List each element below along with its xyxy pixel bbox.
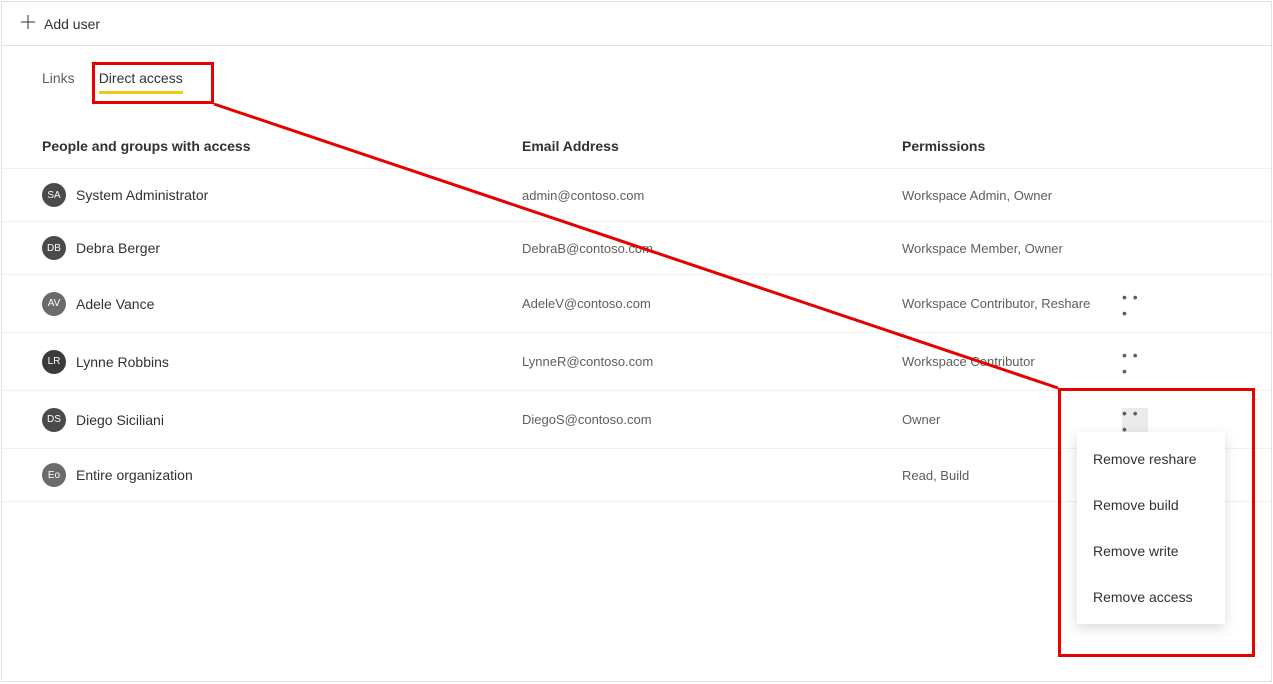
cell-actions: • • • xyxy=(1122,347,1162,376)
user-name: System Administrator xyxy=(76,187,208,203)
cell-name: SA System Administrator xyxy=(42,183,522,207)
more-options-button[interactable]: • • • xyxy=(1122,292,1148,318)
tab-direct-access[interactable]: Direct access xyxy=(99,70,183,94)
user-name: Adele Vance xyxy=(76,296,154,312)
cell-name: DS Diego Siciliani xyxy=(42,408,522,432)
avatar: DB xyxy=(42,236,66,260)
avatar: Eo xyxy=(42,463,66,487)
cell-actions: • • • xyxy=(1122,289,1162,318)
tabs: Links Direct access xyxy=(2,46,1271,94)
cell-email: admin@contoso.com xyxy=(522,188,902,203)
user-name: Entire organization xyxy=(76,467,193,483)
table-row: LR Lynne Robbins LynneR@contoso.comWorkspa… xyxy=(2,333,1271,391)
cell-actions: • • • xyxy=(1122,405,1162,434)
cell-permissions: Workspace Contributor xyxy=(902,354,1122,369)
avatar: LR xyxy=(42,350,66,374)
user-name: Lynne Robbins xyxy=(76,354,169,370)
more-options-button[interactable]: • • • xyxy=(1122,408,1148,434)
menu-remove-reshare[interactable]: Remove reshare xyxy=(1077,436,1225,482)
cell-name: DB Debra Berger xyxy=(42,236,522,260)
cell-permissions: Workspace Contributor, Reshare xyxy=(902,296,1122,311)
cell-permissions: Workspace Admin, Owner xyxy=(902,188,1122,203)
ellipsis-icon: • • • xyxy=(1122,347,1148,379)
menu-remove-write[interactable]: Remove write xyxy=(1077,528,1225,574)
add-user-label: Add user xyxy=(44,16,100,32)
column-header-name: People and groups with access xyxy=(42,138,522,154)
table-row: AV Adele Vance AdeleV@contoso.comWorkspace… xyxy=(2,275,1271,333)
more-options-button[interactable]: • • • xyxy=(1122,350,1148,376)
cell-email: AdeleV@contoso.com xyxy=(522,296,902,311)
cell-name: AV Adele Vance xyxy=(42,292,522,316)
table-header-row: People and groups with access Email Addr… xyxy=(2,94,1271,169)
cell-email: LynneR@contoso.com xyxy=(522,354,902,369)
menu-remove-access[interactable]: Remove access xyxy=(1077,574,1225,620)
cell-name: Eo Entire organization xyxy=(42,463,522,487)
avatar: DS xyxy=(42,408,66,432)
table-row: DB Debra Berger DebraB@contoso.comWorkspac… xyxy=(2,222,1271,275)
user-name: Diego Siciliani xyxy=(76,412,164,428)
plus-icon xyxy=(20,14,36,33)
add-user-button[interactable]: Add user xyxy=(20,14,100,33)
toolbar: Add user xyxy=(2,2,1271,46)
avatar: AV xyxy=(42,292,66,316)
cell-permissions: Owner xyxy=(902,412,1122,427)
ellipsis-icon: • • • xyxy=(1122,289,1148,321)
tab-links[interactable]: Links xyxy=(42,70,75,94)
menu-remove-build[interactable]: Remove build xyxy=(1077,482,1225,528)
column-header-email: Email Address xyxy=(522,138,902,154)
cell-permissions: Workspace Member, Owner xyxy=(902,241,1122,256)
avatar: SA xyxy=(42,183,66,207)
cell-email: DiegoS@contoso.com xyxy=(522,412,902,427)
user-name: Debra Berger xyxy=(76,240,160,256)
permissions-context-menu: Remove reshare Remove build Remove write… xyxy=(1077,432,1225,624)
cell-name: LR Lynne Robbins xyxy=(42,350,522,374)
column-header-permissions: Permissions xyxy=(902,138,1231,154)
table-row: SA System Administrator admin@contoso.comW… xyxy=(2,169,1271,222)
cell-email: DebraB@contoso.com xyxy=(522,241,902,256)
